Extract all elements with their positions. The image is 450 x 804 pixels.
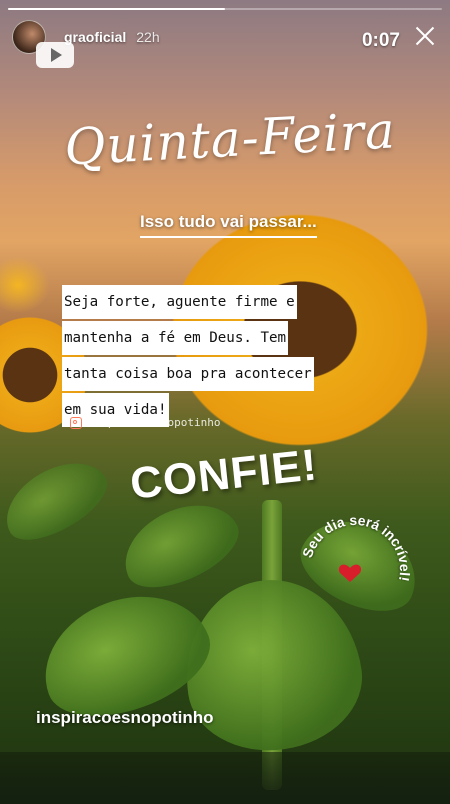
bottom-gradient [0,752,450,804]
video-play-icon [36,42,74,68]
source-handle: inspiracoesnopotinho [70,416,220,429]
mention-tag[interactable]: inspiracoesnopotinho [36,708,214,728]
source-handle-text: inspiracoesnopotinho [88,416,221,429]
close-icon[interactable] [410,22,440,52]
username[interactable]: graoficial [64,29,126,45]
quote-line: Seja forte, aguente firme e [62,285,297,319]
heart-icon [338,564,362,582]
confie-sticker: CONFIE! [127,440,320,509]
story-progress-bar [8,8,442,10]
instagram-icon [70,416,82,429]
leaf [110,487,250,603]
story-subtitle: Isso tudo vai passar... [140,212,317,238]
time-ago: 22h [136,29,160,45]
story-timer: 0:07 [361,30,400,51]
story-media[interactable]: graoficial 22h 0:07 Quinta-Feira Isso tu… [0,0,450,804]
story-header: graoficial 22h 0:07 [12,20,440,54]
quote-line: mantenha a fé em Deus. Tem [62,321,289,355]
leaf [0,446,118,554]
quote-text: Seja forte, aguente firme e mantenha a f… [62,284,382,428]
quote-line: tanta coisa boa pra acontecer [62,357,314,391]
story-title: Quinta-Feira [62,101,398,177]
story-progress-fill [8,8,225,10]
circular-text-sticker: Seu dia será incrível! [299,512,413,583]
